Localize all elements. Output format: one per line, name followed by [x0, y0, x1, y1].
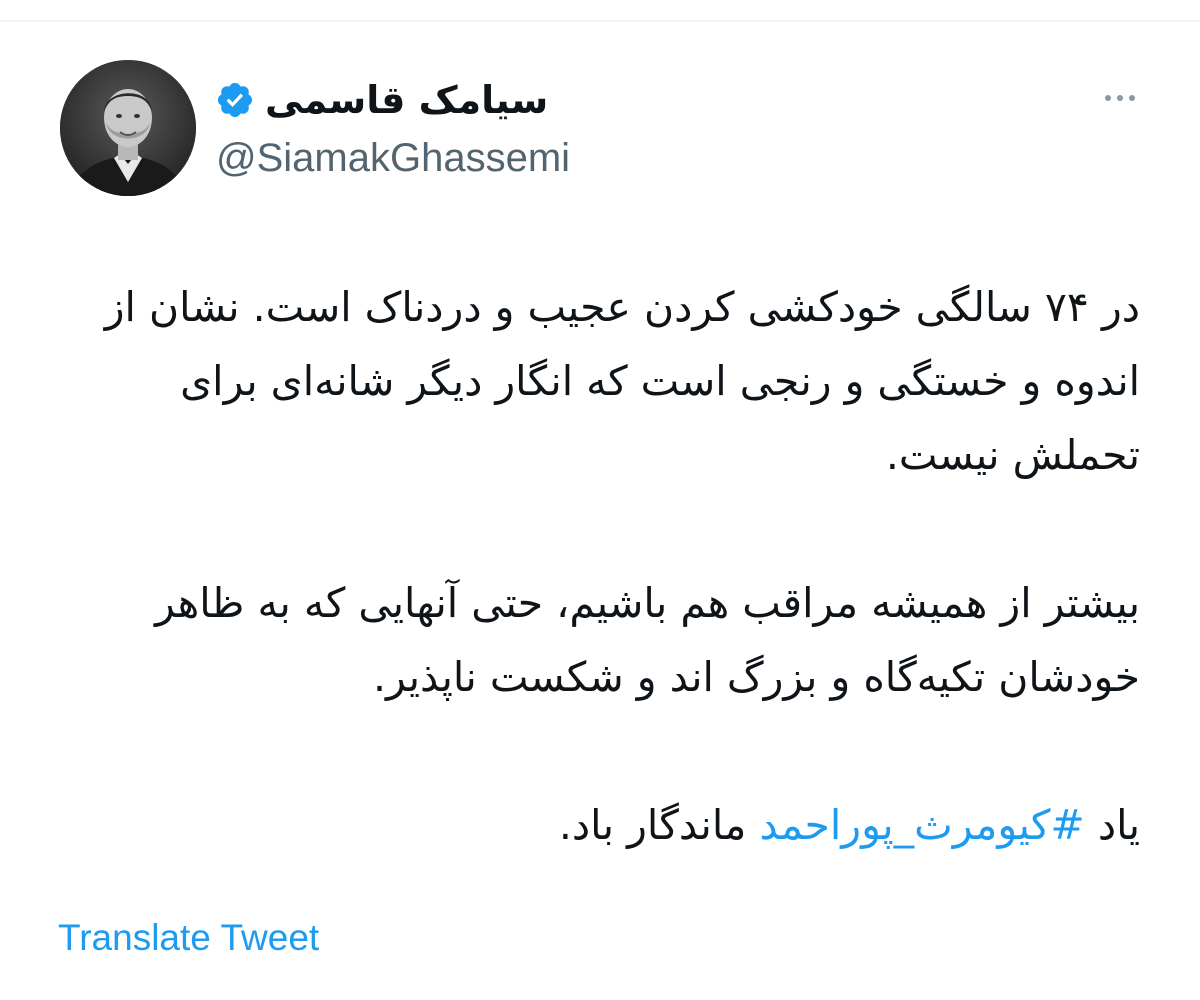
hashtag-link[interactable]: #کیومرث_پوراحمد	[759, 801, 1084, 849]
avatar-photo	[60, 60, 196, 196]
more-horizontal-icon	[1105, 95, 1111, 101]
verified-badge-icon	[215, 80, 255, 120]
author-name-row[interactable]: سیامک قاسمی	[215, 70, 548, 130]
top-divider	[0, 20, 1200, 22]
author-handle[interactable]: @SiamakGhassemi	[216, 130, 570, 186]
more-options-button[interactable]	[1090, 78, 1150, 118]
tweet-text-segment: یاد	[1084, 801, 1140, 849]
avatar[interactable]	[60, 60, 196, 196]
tweet-paragraph: بیشتر از همیشه مراقب هم باشیم، حتی آنهای…	[155, 579, 1140, 701]
tweet-paragraph: یاد #کیومرث_پوراحمد ماندگار باد.	[60, 788, 1140, 862]
author-display-name: سیامک قاسمی	[265, 78, 549, 122]
tweet-text: در ۷۴ سالگی خودکشی کردن عجیب و دردناک اس…	[60, 270, 1140, 862]
tweet-text-segment: ماندگار باد.	[558, 801, 760, 849]
tweet-paragraph: در ۷۴ سالگی خودکشی کردن عجیب و دردناک اس…	[104, 283, 1140, 479]
translate-tweet-link[interactable]: Translate Tweet	[58, 912, 319, 964]
